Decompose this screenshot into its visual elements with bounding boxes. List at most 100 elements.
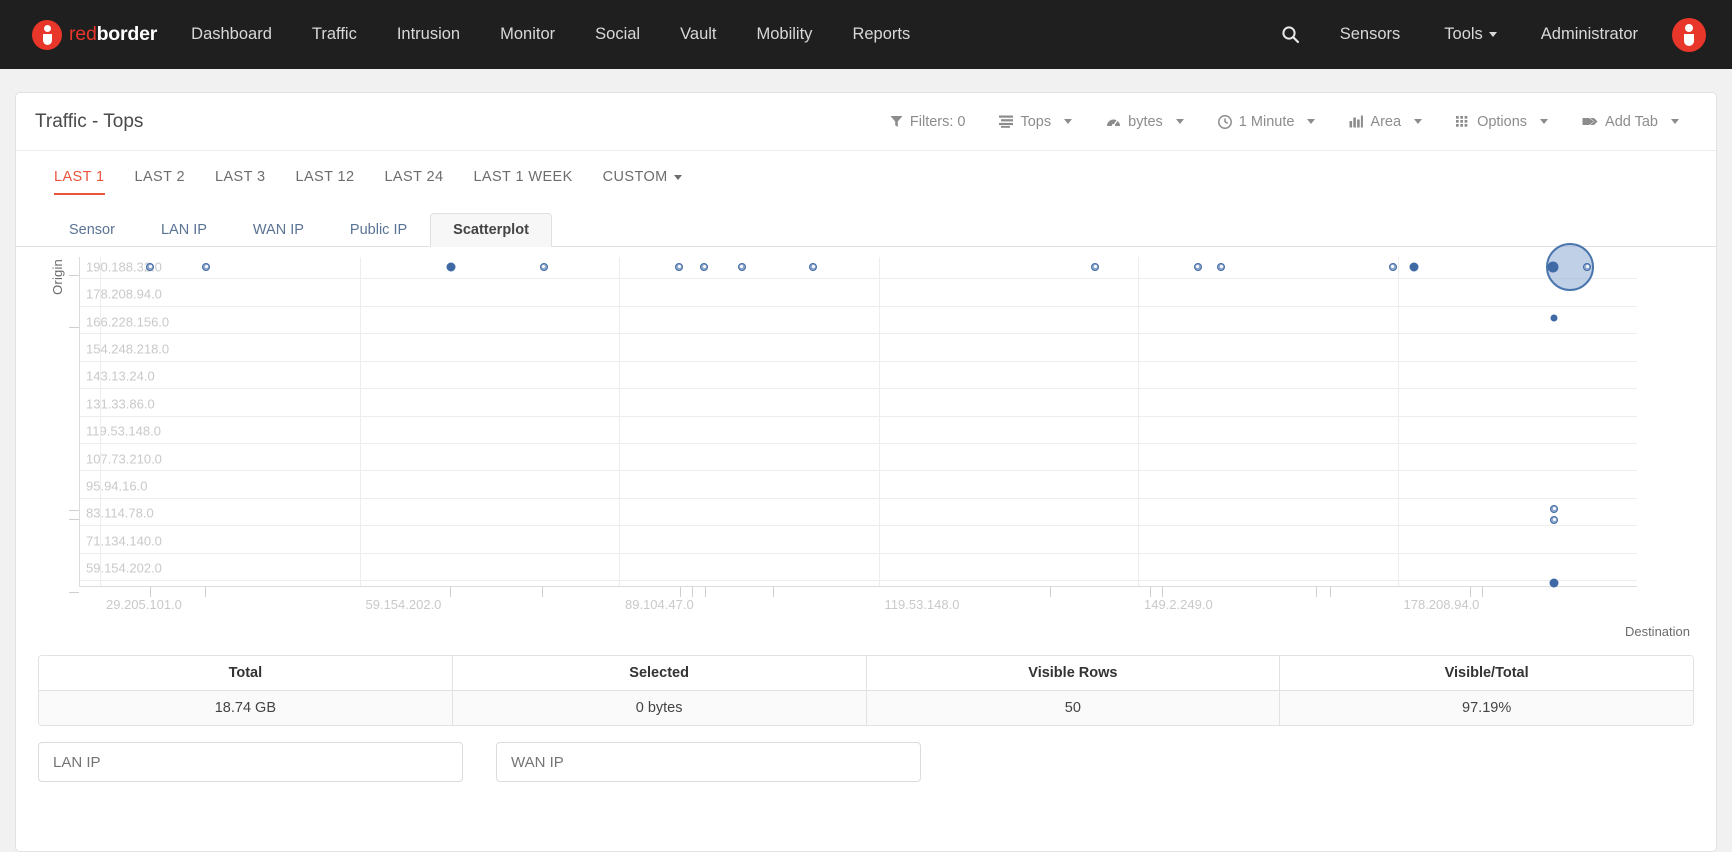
scatter-point[interactable] [1549, 578, 1559, 588]
scatter-point[interactable] [146, 262, 155, 271]
filter-icon [890, 116, 903, 127]
time-tab-last-3[interactable]: LAST 3 [215, 169, 266, 195]
nav-item-tools[interactable]: Tools [1422, 0, 1519, 69]
wan-ip-input[interactable] [496, 742, 921, 782]
scatter-point[interactable] [202, 262, 211, 271]
scatter-point[interactable] [1217, 262, 1226, 271]
list-icon [999, 115, 1014, 128]
toolbar-filters-label: Filters: 0 [909, 113, 966, 130]
summary-header-visible-total: Visible/Total [1280, 656, 1693, 691]
nav-item-traffic[interactable]: Traffic [292, 0, 377, 69]
x-axis-tick-label: 59.154.202.0 [365, 597, 442, 612]
x-axis-tick [680, 587, 681, 597]
summary-header-row: Total Selected Visible Rows Visible/Tota… [39, 656, 1693, 691]
nav-item-social[interactable]: Social [575, 0, 660, 69]
summary-header-selected: Selected [452, 656, 867, 691]
summary-value-visible-rows: 50 [866, 691, 1281, 725]
gridline-horizontal [80, 442, 1637, 444]
scatter-point[interactable] [1547, 261, 1559, 273]
gridline-horizontal [80, 580, 1637, 581]
gridline-horizontal [80, 278, 1637, 280]
tab-sensor[interactable]: Sensor [46, 213, 138, 248]
gridline-horizontal [80, 552, 1637, 554]
tab-scatterplot[interactable]: Scatterplot [430, 212, 552, 247]
toolbar-interval-label: 1 Minute [1238, 113, 1295, 130]
scatter-point[interactable] [1550, 504, 1559, 513]
nav-item-vault[interactable]: Vault [660, 0, 736, 69]
time-tab-last-24[interactable]: LAST 24 [384, 169, 443, 195]
time-tab-last-2[interactable]: LAST 2 [135, 169, 186, 195]
time-tab-last-1-week[interactable]: LAST 1 WEEK [473, 169, 572, 195]
x-axis-tick [692, 587, 693, 597]
toolbar-options-button[interactable]: Options [1439, 114, 1565, 130]
y-axis-tick-label: 178.208.94.0 [86, 286, 162, 302]
toolbar-tops-button[interactable]: Tops [982, 114, 1089, 130]
y-axis-tick-label: 95.94.16.0 [86, 478, 148, 494]
nav-item-mobility[interactable]: Mobility [737, 0, 833, 69]
nav-item-monitor[interactable]: Monitor [480, 0, 575, 69]
summary-value-total: 18.74 GB [39, 691, 453, 725]
gridline-horizontal [80, 497, 1637, 499]
time-tab-last-12[interactable]: LAST 12 [296, 169, 355, 195]
brand-text-red: red [69, 23, 97, 45]
gridline-horizontal [80, 415, 1637, 417]
gridline-horizontal [80, 470, 1637, 472]
lan-ip-input[interactable] [38, 742, 463, 782]
scatter-point[interactable] [1091, 262, 1100, 271]
chevron-down-icon [1307, 119, 1316, 124]
brand-logo-link[interactable]: redborder [32, 19, 157, 50]
nav-item-administrator[interactable]: Administrator [1519, 0, 1660, 69]
gridline-vertical [878, 257, 880, 586]
chevron-down-icon [1540, 119, 1549, 124]
x-axis-tick-label: 149.2.249.0 [1144, 597, 1213, 612]
y-axis-tick [69, 592, 79, 593]
nav-item-dashboard[interactable]: Dashboard [171, 0, 292, 69]
time-tab-last-1[interactable]: LAST 1 [54, 169, 105, 195]
scatter-point[interactable] [1388, 262, 1397, 271]
toolbar-units-label: bytes [1128, 113, 1163, 130]
tab-lan-ip[interactable]: LAN IP [138, 213, 230, 248]
bar-chart-icon [1349, 115, 1364, 128]
scatter-point[interactable] [1409, 262, 1419, 272]
gridline-vertical [100, 257, 101, 586]
scatter-point[interactable] [1550, 314, 1558, 322]
x-axis-tick [450, 587, 451, 597]
y-axis-tick-label: 143.13.24.0 [86, 368, 155, 384]
toolbar-interval-button[interactable]: 1 Minute [1201, 114, 1333, 130]
toolbar-add-tab-button[interactable]: Add Tab [1565, 114, 1696, 130]
user-avatar-icon[interactable] [1672, 17, 1706, 52]
scatter-point[interactable] [1193, 262, 1202, 271]
toolbar-filters-button[interactable]: Filters: 0 [873, 114, 983, 130]
summary-header-total: Total [39, 656, 453, 691]
scatter-point[interactable] [1550, 515, 1559, 524]
scatter-point[interactable] [539, 262, 548, 271]
x-axis-tick [150, 587, 151, 597]
nav-item-tools-label: Tools [1444, 25, 1483, 43]
scatter-point[interactable] [1583, 262, 1592, 271]
gridline-horizontal [80, 305, 1637, 307]
scatter-point[interactable] [700, 262, 709, 271]
scatter-point[interactable] [446, 262, 456, 272]
x-axis-tick [1150, 587, 1151, 597]
chevron-down-icon [1488, 32, 1497, 38]
tab-wan-ip[interactable]: WAN IP [230, 213, 327, 248]
plot-area[interactable]: 190.188.32.0 178.208.94.0 166.228.156.0 154… [69, 242, 1637, 612]
gridline-horizontal [80, 388, 1637, 390]
x-axis-tick [1050, 587, 1051, 597]
search-button[interactable] [1263, 25, 1318, 44]
time-tab-custom[interactable]: CUSTOM [603, 169, 682, 195]
nav-item-intrusion[interactable]: Intrusion [377, 0, 480, 69]
nav-item-sensors[interactable]: Sensors [1318, 0, 1423, 69]
scatter-point[interactable] [675, 262, 684, 271]
toolbar-units-button[interactable]: bytes [1089, 114, 1201, 130]
scatter-point[interactable] [809, 262, 818, 271]
toolbar-chart-type-button[interactable]: Area [1332, 114, 1439, 130]
brand-text-border: border [96, 23, 158, 45]
nav-item-reports[interactable]: Reports [832, 0, 930, 69]
scatter-point[interactable] [737, 262, 746, 271]
x-axis-tick [542, 587, 543, 597]
brand-text: redborder [69, 23, 157, 46]
tab-public-ip[interactable]: Public IP [327, 213, 430, 248]
x-axis-tick [1482, 587, 1483, 597]
toolbar-add-tab-label: Add Tab [1605, 113, 1658, 130]
